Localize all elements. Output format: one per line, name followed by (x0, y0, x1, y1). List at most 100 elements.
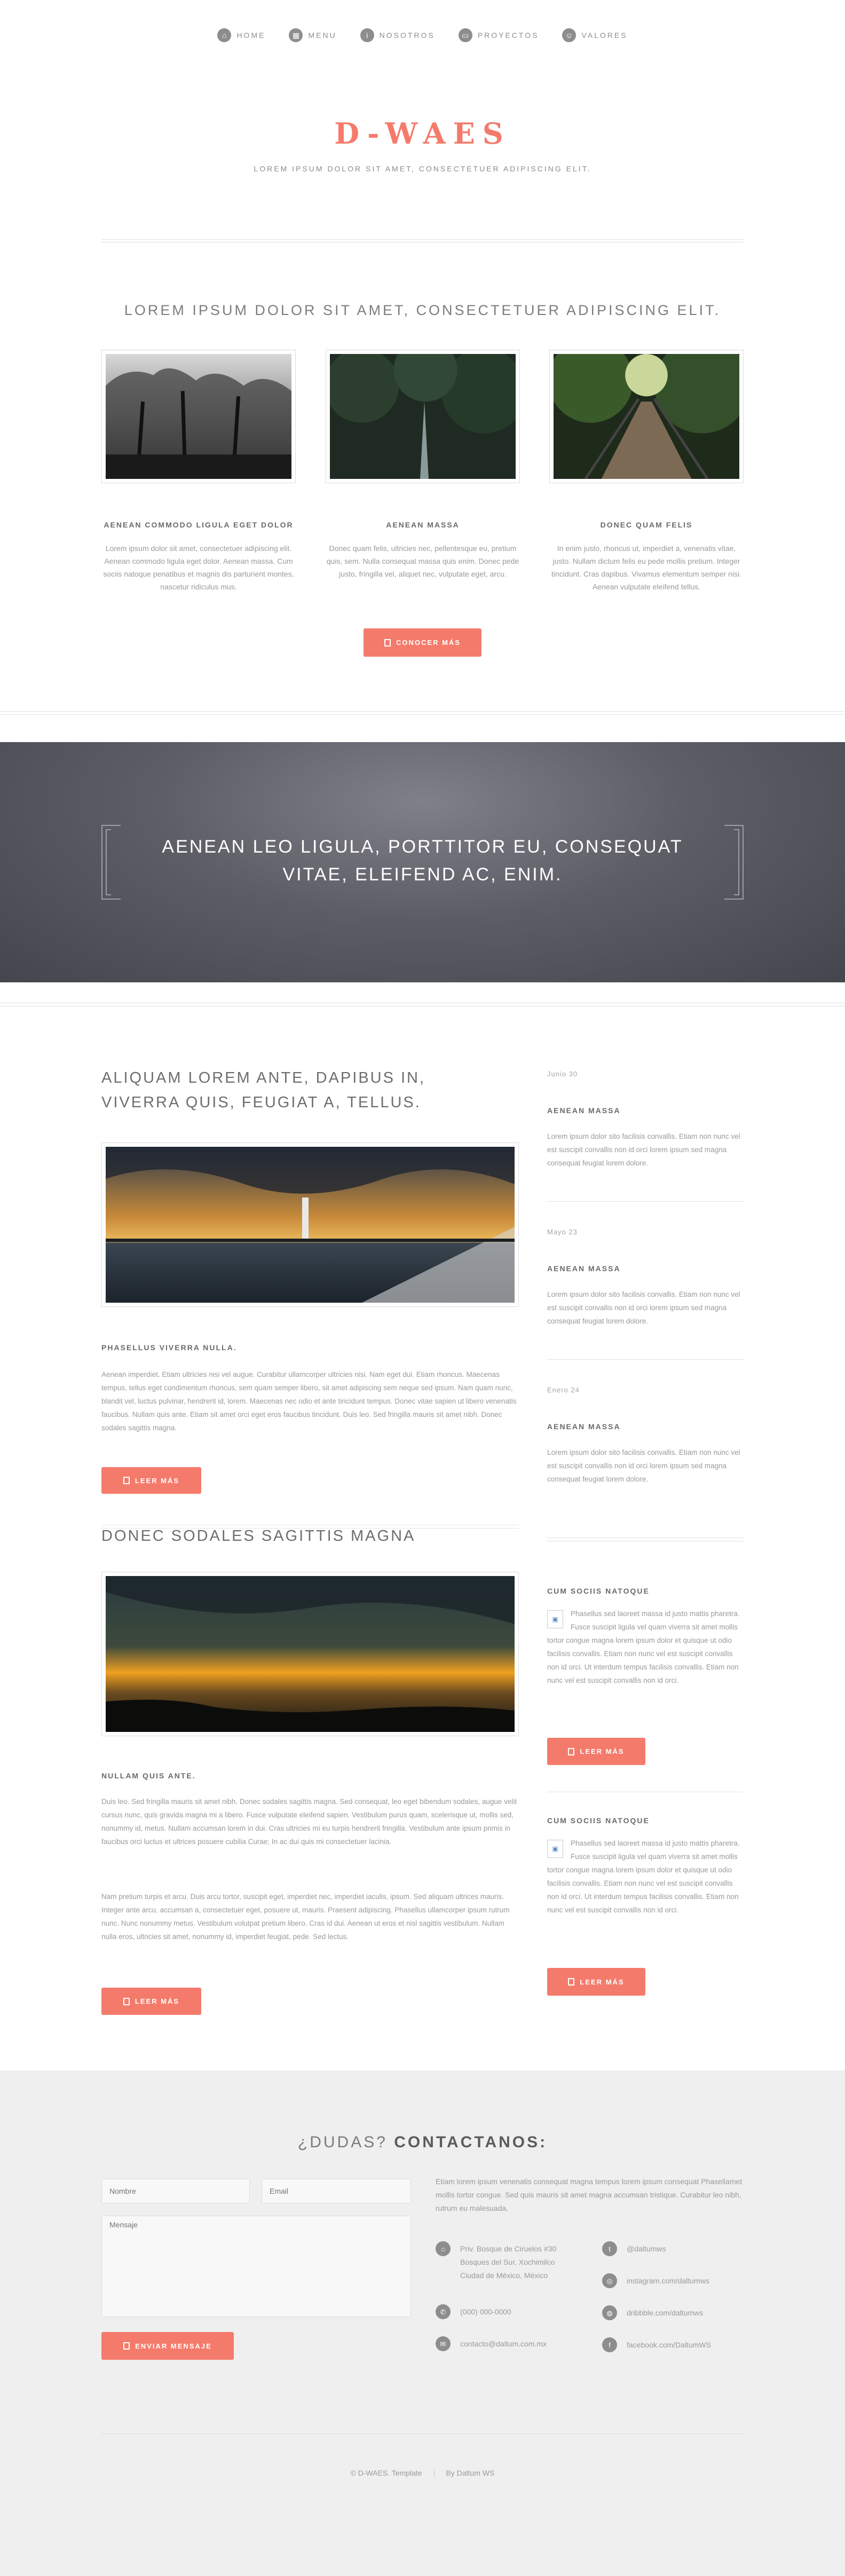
feature-title: Aenean massa (386, 521, 460, 529)
instagram-link[interactable]: instagram.com/daltumws (627, 2273, 709, 2288)
document-icon (568, 1978, 575, 1986)
feature-text: Donec quam felis, ultricies nec, pellent… (326, 544, 519, 578)
nav-label: Proyectos (477, 31, 539, 40)
nav-item-valores[interactable]: ☺ Valores (562, 26, 627, 45)
stormy-sunset-photo (106, 1576, 515, 1732)
banner-text: Aenean leo ligula, porttitor eu, consequ… (162, 837, 683, 885)
facebook-link[interactable]: facebook.com/DaltumWS (627, 2337, 711, 2352)
divider (0, 1003, 845, 1006)
facebook-item[interactable]: f facebook.com/DaltumWS (602, 2337, 711, 2352)
feature-image (101, 350, 296, 483)
dribbble-icon: ◍ (602, 2305, 617, 2320)
feature-image (548, 338, 750, 483)
article-image (101, 1572, 519, 1736)
contact-title-bold: Contactanos: (394, 2133, 548, 2151)
image-placeholder-icon: ▣ (547, 1610, 563, 1628)
nav-item-nosotros[interactable]: i Nosotros (360, 26, 435, 45)
feature-image (325, 338, 526, 483)
dribbble-link[interactable]: dribbble.com/daltumws (627, 2305, 703, 2320)
article-subtitle: Phasellus viverra nulla. (101, 1343, 237, 1352)
divider (0, 711, 845, 715)
credit-link[interactable]: By Daltum WS (446, 2469, 494, 2477)
document-icon (568, 1747, 575, 1755)
article-paragraph: Nam pretium turpis et arcu. Duis arcu to… (101, 1893, 510, 1941)
contact-title-light: ¿Dudas? (297, 2133, 388, 2151)
divider (547, 1201, 744, 1202)
image-placeholder-icon: ▣ (547, 1840, 563, 1858)
forest-road-photo (325, 338, 526, 479)
nav-item-proyectos[interactable]: ▭ Proyectos (458, 26, 539, 45)
separator (433, 2470, 435, 2478)
feature-card: Donec quam felis In enim justo, rhoncus … (548, 338, 750, 593)
instagram-icon: ◎ (602, 2273, 617, 2288)
button-label: Leer más (135, 1997, 180, 2005)
nav-item-menu[interactable]: ▦ Menu (289, 26, 336, 45)
leer-mas-button[interactable]: Leer más (547, 1738, 645, 1765)
leer-mas-button[interactable]: Leer más (101, 1467, 201, 1494)
envelope-icon: ✉ (436, 2336, 451, 2351)
feature-title: Aenean commodo ligula eget dolor (104, 521, 294, 529)
article-subtitle: Nullam quis ante. (101, 1771, 196, 1780)
email-item[interactable]: ✉ contacto@daltum.com.mx (436, 2336, 547, 2351)
lighthouse-sunset-photo (106, 1147, 515, 1303)
name-field[interactable] (101, 2179, 250, 2203)
bracket-left (101, 825, 121, 900)
grid-icon: ▦ (289, 28, 303, 42)
email-link[interactable]: contacto@daltum.com.mx (460, 2336, 547, 2351)
twitter-link[interactable]: @daltumws (627, 2241, 666, 2256)
site-logo[interactable]: D-WAES (0, 116, 845, 151)
dribbble-item[interactable]: ◍ dribbble.com/daltumws (602, 2305, 703, 2320)
leer-mas-button[interactable]: Leer más (101, 1988, 201, 2015)
article-title: Donec sodales sagittis magna (101, 1527, 416, 1545)
post-title[interactable]: Aenean massa (547, 1106, 621, 1115)
bridge-photo (548, 338, 750, 480)
conocer-mas-button[interactable]: Conocer más (364, 628, 481, 657)
nav-label: Valores (581, 31, 628, 40)
sidebar-box: ▣ Phasellus sed laoreet massa id justo m… (547, 1837, 744, 1917)
button-label: Conocer más (396, 639, 461, 647)
facebook-icon: f (602, 2337, 617, 2352)
button-label: Leer más (580, 1978, 625, 1986)
send-message-button[interactable]: Enviar mensaje (101, 2332, 234, 2360)
box-text: Phasellus sed laoreet massa id justo mat… (547, 1839, 740, 1914)
post-text: Lorem ipsum dolor sito facilisis convall… (547, 1132, 740, 1167)
button-label: Enviar mensaje (135, 2342, 212, 2350)
post-title[interactable]: Aenean massa (547, 1264, 621, 1273)
post-text: Lorem ipsum dolor sito facilisis convall… (547, 1448, 740, 1483)
briefcase-icon: ▭ (458, 28, 472, 42)
article-image (101, 1143, 519, 1307)
contact-intro: Etiam lorem ipsum venenatis consequat ma… (436, 2177, 743, 2212)
email-field[interactable] (262, 2179, 411, 2203)
phone-item: ✆ (000) 000-0000 (436, 2304, 511, 2319)
sidebar-box: ▣ Phasellus sed laoreet massa id justo m… (547, 1607, 744, 1687)
users-icon: ☺ (562, 28, 577, 42)
box-text: Phasellus sed laoreet massa id justo mat… (547, 1610, 740, 1684)
nav-label: Nosotros (379, 31, 435, 40)
bw-trees-photo (106, 354, 291, 479)
feature-title: Donec quam felis (600, 521, 693, 529)
document-icon (123, 1997, 130, 2005)
info-icon: i (360, 28, 374, 42)
copyright-bar: © D-WAES. Template By Daltum WS (0, 2469, 845, 2478)
features-title: Lorem ipsum dolor sit amet, consectetuer… (124, 302, 721, 318)
leer-mas-button[interactable]: Leer más (547, 1968, 645, 1996)
twitter-item[interactable]: t @daltumws (602, 2241, 666, 2256)
address-line: Bosques del Sur, Xochimilco (460, 2258, 555, 2266)
nav-item-home[interactable]: ⌂ Home (217, 26, 265, 45)
phone-icon: ✆ (436, 2304, 451, 2319)
address-line: Priv. Bosque de Ciruelos #30 (460, 2244, 557, 2253)
box-title: Cum sociis natoque (547, 1816, 650, 1825)
post-date: Mayo 23 (547, 1228, 578, 1236)
divider (101, 239, 744, 242)
post-title[interactable]: Aenean massa (547, 1422, 621, 1431)
instagram-item[interactable]: ◎ instagram.com/daltumws (602, 2273, 709, 2288)
post-text: Lorem ipsum dolor sito facilisis convall… (547, 1290, 740, 1325)
feature-text: In enim justo, rhoncus ut, imperdiet a, … (551, 544, 742, 591)
document-icon (384, 639, 391, 647)
message-field[interactable] (101, 2216, 411, 2317)
copyright-text: © D-WAES. Template (350, 2469, 422, 2477)
bracket-right (724, 825, 744, 900)
button-label: Leer más (135, 1476, 180, 1485)
nav-label: Home (236, 31, 266, 40)
feature-card: Aenean massa Donec quam felis, ultricies… (325, 338, 526, 580)
